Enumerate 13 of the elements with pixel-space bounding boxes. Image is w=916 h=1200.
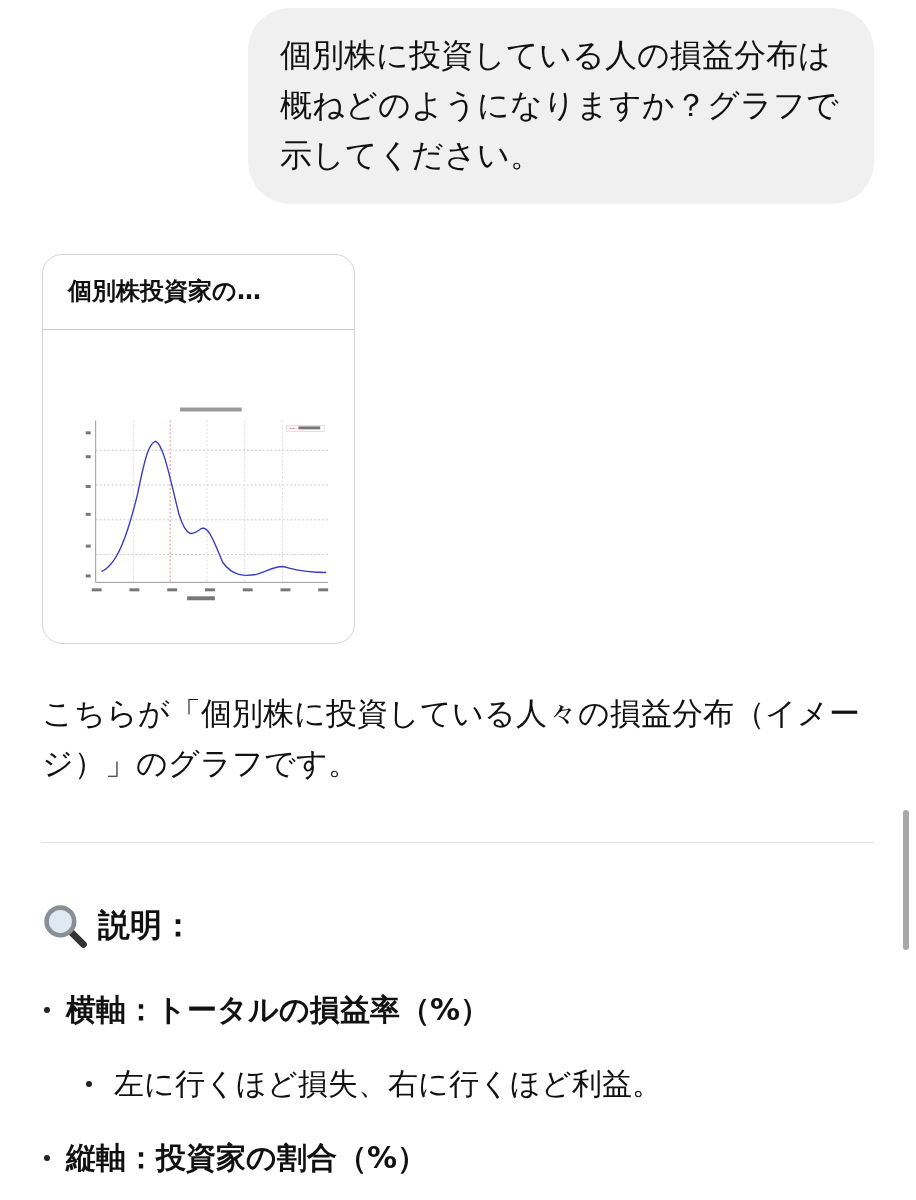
bullet-text: 横軸：トータルの損益率（%） bbox=[66, 990, 491, 1029]
section-heading: 説明： bbox=[98, 905, 194, 946]
bullet-text: 左に行くほど損失、右に行くほど利益。 bbox=[114, 1064, 662, 1103]
bullet-icon bbox=[44, 1007, 50, 1013]
reply-text: こちらが「個別株に投資している人々の損益分布（イメージ）」のグラフです。 bbox=[42, 694, 861, 783]
scrollbar[interactable] bbox=[903, 810, 909, 950]
bullet-icon bbox=[44, 1155, 50, 1161]
bullet-icon bbox=[86, 1081, 92, 1087]
attachment-title: 個別株投資家の… bbox=[43, 255, 354, 330]
bullet-text: 縦軸：投資家の割合（%） bbox=[66, 1138, 428, 1177]
magnifier-icon bbox=[42, 903, 88, 949]
user-message-bubble: 個別株に投資している人の損益分布は概ねどのようになりますか？グラフで示してください。 bbox=[248, 8, 874, 204]
image-attachment-card[interactable]: 個別株投資家の… bbox=[42, 254, 355, 644]
